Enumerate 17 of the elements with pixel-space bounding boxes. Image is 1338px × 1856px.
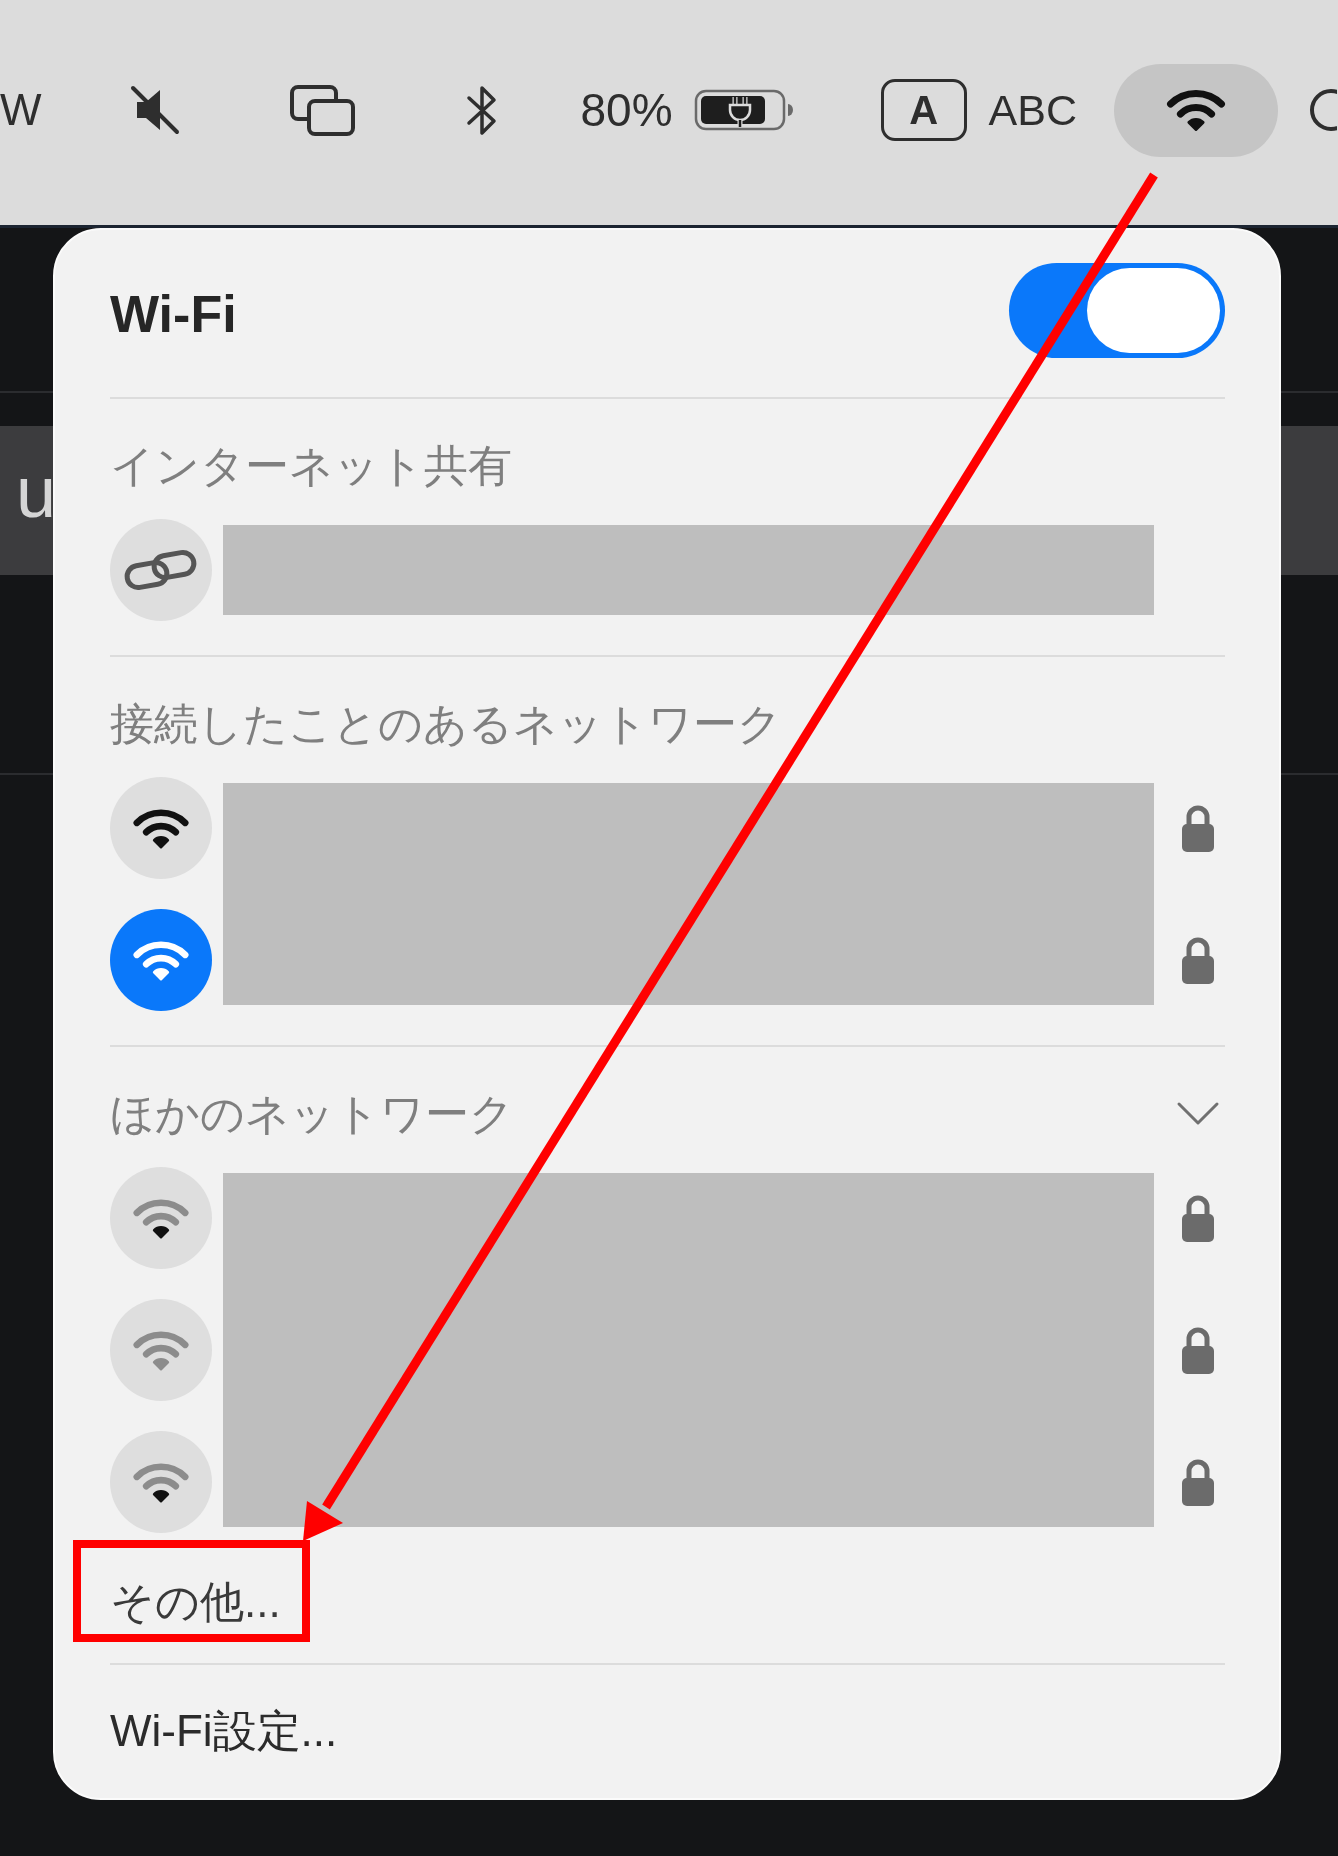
link-icon [110,519,212,621]
chevron-icon[interactable] [1176,1100,1220,1127]
menu-title[interactable]: W [0,88,42,132]
section-heading: ほかのネットワーク [110,1088,514,1140]
section-heading: 接続したことのあるネットワーク [110,698,782,750]
muted-speaker-icon[interactable] [128,84,181,136]
panel-title: Wi-Fi [110,287,237,340]
battery-percentage[interactable]: 80% [580,87,673,133]
menu-item[interactable]: Wi-Fi設定... [110,1704,338,1757]
background-text: u [16,456,57,528]
menu-item[interactable]: その他... [110,1575,281,1628]
section-heading: インターネット共有 [110,440,512,492]
input-source-label[interactable]: ABC [988,88,1078,132]
battery-charging-icon[interactable] [693,89,795,131]
overlapping-screens-icon[interactable] [288,83,356,137]
wifi-icon [1166,88,1227,132]
input-mode-badge[interactable]: A [880,79,967,141]
